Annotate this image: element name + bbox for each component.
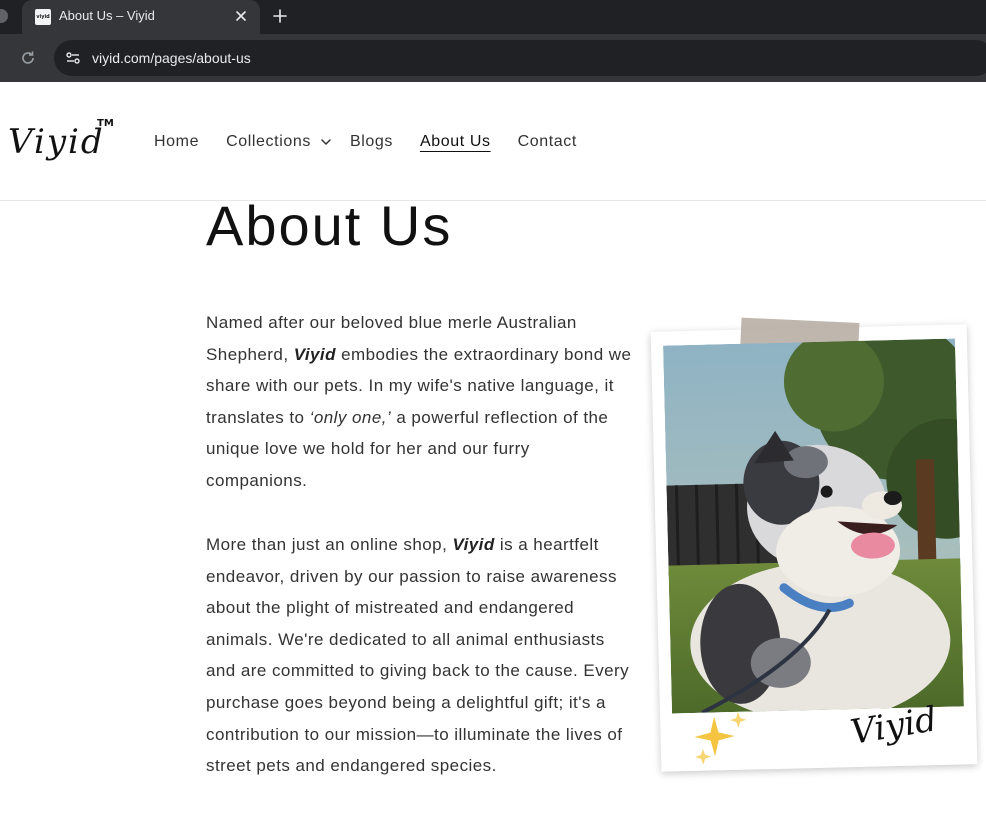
nav-blogs[interactable]: Blogs <box>350 131 393 153</box>
browser-tab-active[interactable]: viyid About Us – Viyid <box>22 0 260 34</box>
reload-icon[interactable] <box>18 48 38 68</box>
plus-icon[interactable] <box>270 6 290 26</box>
main-nav: Home Collections Blogs About Us Contact <box>154 130 604 154</box>
nav-collections-dropdown[interactable]: Collections <box>226 131 333 153</box>
nav-about-us[interactable]: About Us <box>420 131 491 153</box>
dog-photo <box>663 338 964 714</box>
site-info-icon[interactable] <box>64 49 82 67</box>
p2-text-b: is a heartfelt endeavor, driven by our p… <box>206 535 630 776</box>
brand-name: Viyid <box>452 535 495 554</box>
about-paragraph-1: Named after our beloved blue merle Austr… <box>206 307 636 497</box>
tab-title: About Us – Viyid <box>59 8 155 23</box>
previous-tab-icon[interactable] <box>0 9 8 23</box>
nav-home[interactable]: Home <box>154 131 199 153</box>
nav-collections[interactable]: Collections <box>226 131 311 153</box>
sparkle-icon <box>694 711 747 765</box>
about-paragraph-2: More than just an online shop, Viyid is … <box>206 529 636 782</box>
nav-contact[interactable]: Contact <box>518 131 577 153</box>
trademark-mark: TM <box>97 118 114 129</box>
translation-quote: ‘only one,’ <box>309 407 392 427</box>
brand-name: Viyid <box>293 344 336 364</box>
browser-toolbar: viyid.com/pages/about-us <box>0 34 986 82</box>
page-title: About Us <box>206 194 453 257</box>
url-text: viyid.com/pages/about-us <box>92 50 251 66</box>
dog-photo-card: Viyid <box>650 317 986 778</box>
favicon-icon: viyid <box>35 9 51 25</box>
p2-text-a: More than just an online shop, <box>206 535 453 554</box>
site-header: Viyid TM Home Collections Blogs About Us… <box>0 82 986 201</box>
address-bar[interactable]: viyid.com/pages/about-us <box>54 40 986 76</box>
polaroid-frame: Viyid <box>650 317 978 772</box>
chevron-down-icon[interactable] <box>319 135 333 149</box>
close-icon[interactable] <box>232 7 250 25</box>
browser-tab-strip: viyid About Us – Viyid <box>0 0 986 34</box>
site-logo[interactable]: Viyid <box>8 122 105 162</box>
